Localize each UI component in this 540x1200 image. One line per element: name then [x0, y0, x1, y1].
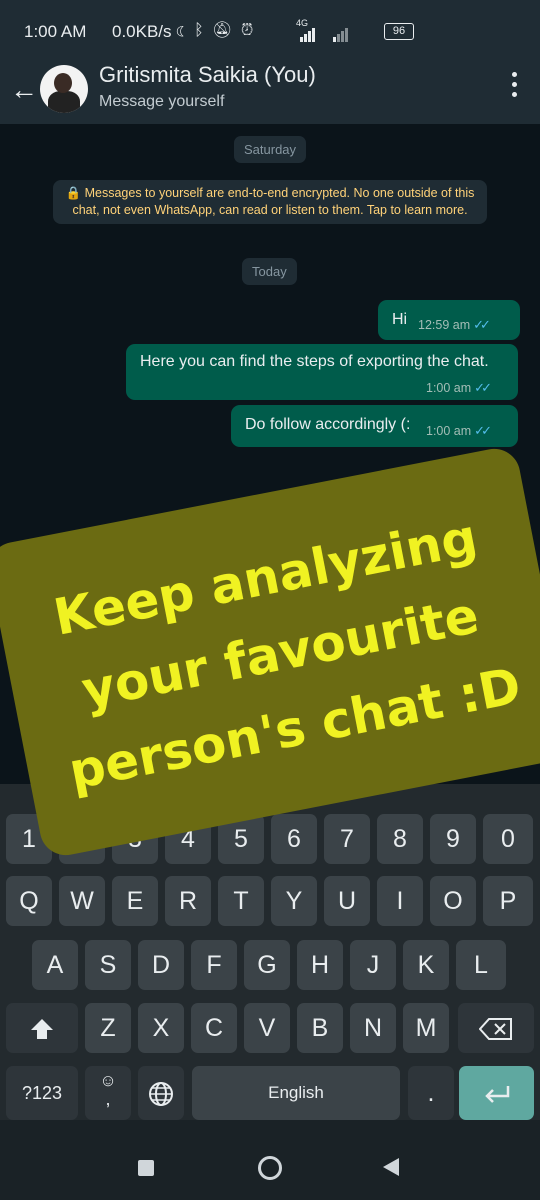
network-label: 4G	[296, 18, 309, 28]
key-6[interactable]: 6	[271, 814, 317, 864]
key-k[interactable]: K	[403, 940, 449, 990]
message-text: Hi	[392, 311, 408, 328]
key-9[interactable]: 9	[430, 814, 476, 864]
read-ticks-icon: ✓✓	[473, 317, 491, 332]
message-bubble[interactable]: Do follow accordingly (: 1:00 am ✓✓	[231, 405, 518, 447]
encryption-notice[interactable]: 🔒 Messages to yourself are end-to-end en…	[53, 180, 487, 224]
read-ticks-icon: ✓✓	[474, 380, 492, 395]
message-text: Here you can find the steps of exporting…	[140, 353, 489, 370]
space-bar[interactable]: English	[192, 1066, 400, 1120]
key-l[interactable]: L	[456, 940, 506, 990]
key-r[interactable]: R	[165, 876, 211, 926]
key-h[interactable]: H	[297, 940, 343, 990]
battery-icon: 96	[384, 23, 414, 40]
contact-subtitle: Message yourself	[99, 93, 225, 110]
shift-key[interactable]	[6, 1003, 78, 1053]
key-d[interactable]: D	[138, 940, 184, 990]
key-b[interactable]: B	[297, 1003, 343, 1053]
backspace-icon	[478, 1018, 512, 1041]
bluetooth-icon: ᛒ	[194, 22, 206, 39]
key-7[interactable]: 7	[324, 814, 370, 864]
key-x[interactable]: X	[138, 1003, 184, 1053]
arrow-left-icon[interactable]: ←	[10, 74, 38, 106]
key-t[interactable]: T	[218, 876, 264, 926]
key-n[interactable]: N	[350, 1003, 396, 1053]
emoji-comma-key[interactable]: ☺ ,	[85, 1066, 131, 1120]
message-time: 1:00 am	[426, 424, 472, 438]
key-m[interactable]: M	[403, 1003, 449, 1053]
key-s[interactable]: S	[85, 940, 131, 990]
home-icon[interactable]	[258, 1156, 282, 1180]
message-bubble[interactable]: Here you can find the steps of exporting…	[126, 344, 518, 400]
key-a[interactable]: A	[32, 940, 78, 990]
net-speed: 0.0KB/s	[112, 22, 172, 41]
key-w[interactable]: W	[59, 876, 105, 926]
key-f[interactable]: F	[191, 940, 237, 990]
battery-level: 96	[392, 25, 406, 37]
period-key[interactable]: .	[408, 1066, 454, 1120]
key-e[interactable]: E	[112, 876, 158, 926]
chat-header: ← Gritismita Saikia (You) Message yourse…	[0, 62, 540, 124]
key-0[interactable]: 0	[483, 814, 533, 864]
key-u[interactable]: U	[324, 876, 370, 926]
signal-icon: 4G	[296, 18, 349, 42]
moon-icon: ☾	[176, 22, 188, 39]
date-divider-today: Today	[242, 258, 297, 285]
message-text: Do follow accordingly (:	[245, 416, 411, 433]
enter-key[interactable]	[459, 1066, 534, 1120]
message-time: 1:00 am	[426, 381, 472, 395]
message-time: 12:59 am	[418, 318, 471, 332]
key-8[interactable]: 8	[377, 814, 423, 864]
globe-icon	[149, 1082, 173, 1107]
recents-icon[interactable]	[138, 1160, 154, 1176]
key-i[interactable]: I	[377, 876, 423, 926]
status-time: 1:00 AM	[24, 22, 87, 41]
key-p[interactable]: P	[483, 876, 533, 926]
status-icons: ☾ ᛒ 🔕︎ ⏰︎	[176, 20, 255, 40]
key-q[interactable]: Q	[6, 876, 52, 926]
key-v[interactable]: V	[244, 1003, 290, 1053]
key-g[interactable]: G	[244, 940, 290, 990]
comma-label: ,	[105, 1089, 111, 1109]
nav-bar	[0, 1120, 540, 1200]
key-o[interactable]: O	[430, 876, 476, 926]
backspace-key[interactable]	[458, 1003, 534, 1053]
bell-off-icon: 🔕︎	[212, 22, 235, 39]
status-bar: 1:00 AM 0.0KB/s ☾ ᛒ 🔕︎ ⏰︎ 4G 96	[0, 0, 540, 62]
enter-icon	[484, 1086, 509, 1104]
alarm-icon: ⏰︎	[240, 22, 256, 39]
message-bubble[interactable]: Hi 12:59 am ✓✓	[378, 300, 520, 340]
date-divider-saturday: Saturday	[234, 136, 307, 163]
shift-icon	[31, 1019, 53, 1040]
symbols-key[interactable]: ?123	[6, 1066, 78, 1120]
back-triangle-icon[interactable]	[382, 1157, 400, 1177]
language-key[interactable]	[138, 1066, 184, 1120]
avatar[interactable]	[40, 65, 88, 113]
key-y[interactable]: Y	[271, 876, 317, 926]
key-c[interactable]: C	[191, 1003, 237, 1053]
contact-name[interactable]: Gritismita Saikia (You)	[99, 62, 316, 88]
read-ticks-icon: ✓✓	[474, 423, 492, 438]
more-vert-icon[interactable]	[512, 72, 518, 102]
key-z[interactable]: Z	[85, 1003, 131, 1053]
key-j[interactable]: J	[350, 940, 396, 990]
